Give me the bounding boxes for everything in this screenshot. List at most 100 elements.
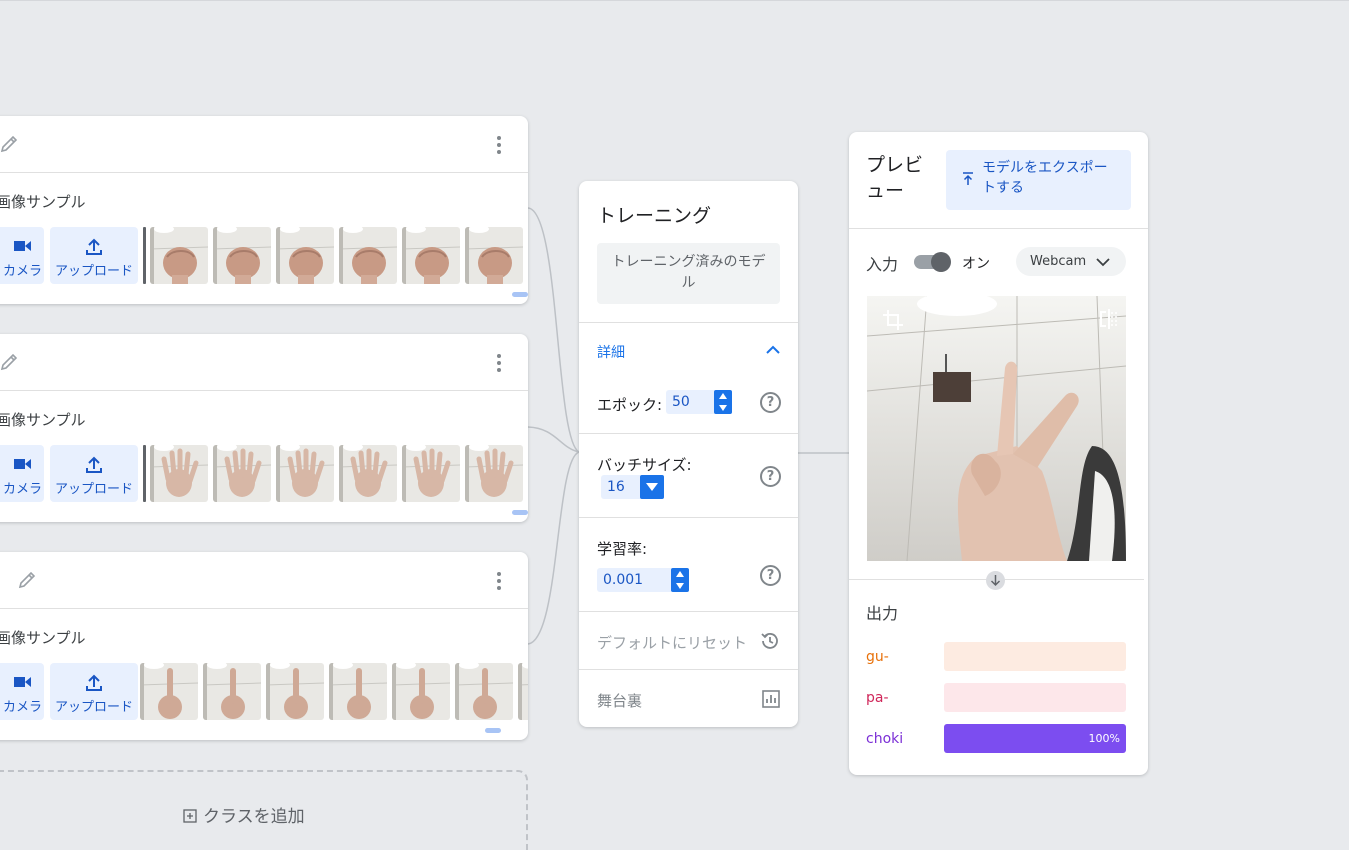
flip-icon[interactable] bbox=[1098, 308, 1120, 330]
webcam-button[interactable]: カメラ bbox=[0, 227, 44, 284]
confidence-bar: 100% bbox=[944, 724, 1126, 753]
training-title: トレーニング bbox=[597, 205, 712, 227]
confidence-bar bbox=[944, 642, 1126, 671]
upload-icon bbox=[86, 456, 102, 473]
reset-defaults-button[interactable]: デフォルトにリセット bbox=[597, 632, 747, 653]
crop-icon[interactable] bbox=[881, 308, 905, 332]
upload-button[interactable]: アップロード bbox=[50, 445, 138, 502]
output-label: 出力 bbox=[866, 604, 899, 623]
webcam-label: カメラ bbox=[2, 482, 42, 497]
pencil-icon[interactable] bbox=[0, 133, 20, 155]
sample-thumbnail[interactable] bbox=[276, 227, 334, 284]
scroll-indicator[interactable] bbox=[485, 728, 501, 733]
class-header bbox=[0, 334, 528, 391]
more-vert-icon[interactable] bbox=[496, 572, 502, 590]
webcam-preview bbox=[867, 296, 1126, 561]
upload-button[interactable]: アップロード bbox=[50, 663, 138, 720]
batch-size-help-icon[interactable]: ? bbox=[760, 466, 781, 487]
more-vert-icon[interactable] bbox=[496, 354, 502, 372]
export-model-button[interactable]: モデルをエクスポートする bbox=[946, 150, 1131, 210]
sample-thumbnail[interactable] bbox=[140, 663, 198, 720]
divider bbox=[579, 517, 798, 518]
divider bbox=[579, 611, 798, 612]
thumbnail-divider bbox=[143, 227, 146, 284]
webcam-label: カメラ bbox=[2, 700, 42, 715]
batch-size-select[interactable]: 16 bbox=[601, 475, 664, 499]
bar-chart-icon[interactable] bbox=[761, 689, 781, 709]
epochs-label: エポック: bbox=[597, 396, 663, 414]
webcam-button[interactable]: カメラ bbox=[0, 663, 44, 720]
sample-thumbnail[interactable] bbox=[402, 227, 460, 284]
chevron-down-icon bbox=[1096, 258, 1110, 267]
add-class-label: クラスを追加 bbox=[203, 807, 305, 827]
webcam-button[interactable]: カメラ bbox=[0, 445, 44, 502]
sample-thumbnail[interactable] bbox=[339, 445, 397, 502]
sample-thumbnail[interactable] bbox=[213, 227, 271, 284]
samples-label: 画像サンプル bbox=[0, 193, 86, 211]
sample-thumbnail[interactable] bbox=[465, 227, 523, 284]
learning-rate-label: 学習率: bbox=[597, 540, 648, 558]
under-the-hood-button[interactable]: 舞台裏 bbox=[597, 690, 642, 711]
divider bbox=[579, 322, 798, 323]
epochs-help-icon[interactable]: ? bbox=[760, 392, 781, 413]
sample-thumbnail[interactable] bbox=[213, 445, 271, 502]
divider bbox=[579, 669, 798, 670]
input-toggle[interactable] bbox=[914, 252, 951, 272]
epochs-value: 50 bbox=[672, 394, 690, 410]
sample-thumbnail[interactable] bbox=[150, 445, 208, 502]
output-class-label: pa- bbox=[866, 690, 889, 706]
batch-size-value: 16 bbox=[607, 479, 625, 495]
upload-icon bbox=[86, 674, 102, 691]
webcam-image bbox=[867, 296, 1126, 561]
output-class-label: gu- bbox=[866, 649, 889, 665]
chevron-up-icon[interactable] bbox=[764, 341, 782, 359]
epochs-input[interactable]: 50 bbox=[666, 390, 732, 414]
sample-thumbnail[interactable] bbox=[329, 663, 387, 720]
sample-thumbnail[interactable] bbox=[150, 227, 208, 284]
sample-thumbnail[interactable] bbox=[465, 445, 523, 502]
source-select[interactable]: Webcam bbox=[1016, 247, 1126, 276]
class-card: 画像サンプル カメラ アップロード bbox=[0, 334, 528, 522]
history-icon[interactable] bbox=[759, 630, 781, 652]
class-card: i 画像サンプルカメラアップロード bbox=[0, 552, 528, 740]
videocam-icon bbox=[14, 241, 31, 251]
training-panel: トレーニング トレーニング済みのモデル 詳細 エポック: 50 ? バッチサイズ… bbox=[579, 181, 798, 727]
train-model-button[interactable]: トレーニング済みのモデル bbox=[597, 243, 780, 304]
sample-thumbnail[interactable] bbox=[392, 663, 450, 720]
batch-size-label: バッチサイズ: bbox=[597, 456, 692, 474]
pencil-icon[interactable] bbox=[0, 351, 20, 373]
chevron-down-icon[interactable] bbox=[640, 475, 664, 499]
add-class-button[interactable]: クラスを追加 bbox=[0, 770, 528, 850]
add-box-icon bbox=[183, 809, 197, 823]
sample-thumbnail[interactable] bbox=[455, 663, 513, 720]
export-model-label: モデルをエクスポートする bbox=[982, 160, 1108, 196]
videocam-icon bbox=[14, 459, 31, 469]
preview-panel: プレビュー モデルをエクスポートする 入力 オン Webcam 出力 gu- p… bbox=[849, 132, 1148, 775]
scroll-indicator[interactable] bbox=[512, 510, 528, 515]
sample-thumbnail[interactable] bbox=[402, 445, 460, 502]
advanced-toggle[interactable]: 詳細 bbox=[597, 342, 625, 362]
learning-rate-spinner[interactable] bbox=[671, 568, 689, 592]
upload-button[interactable]: アップロード bbox=[50, 227, 138, 284]
samples-label: 画像サンプル bbox=[0, 629, 86, 647]
class-header: i bbox=[0, 552, 528, 609]
scroll-indicator[interactable] bbox=[512, 292, 528, 297]
class-header bbox=[0, 116, 528, 173]
sample-thumbnail[interactable] bbox=[266, 663, 324, 720]
input-toggle-label: オン bbox=[962, 256, 990, 272]
pencil-icon[interactable] bbox=[16, 569, 38, 591]
divider bbox=[849, 228, 1148, 229]
confidence-bar bbox=[944, 683, 1126, 712]
videocam-icon bbox=[14, 677, 31, 687]
upload-icon bbox=[86, 238, 102, 255]
output-class-label: choki bbox=[866, 731, 904, 747]
epochs-spinner[interactable] bbox=[714, 390, 732, 414]
more-vert-icon[interactable] bbox=[496, 136, 502, 154]
sample-thumbnail[interactable] bbox=[203, 663, 261, 720]
learning-rate-input[interactable]: 0.001 bbox=[597, 568, 689, 592]
sample-thumbnail[interactable] bbox=[276, 445, 334, 502]
sample-thumbnail[interactable] bbox=[339, 227, 397, 284]
divider bbox=[579, 433, 798, 434]
sample-thumbnail[interactable] bbox=[518, 663, 528, 720]
learning-rate-help-icon[interactable]: ? bbox=[760, 565, 781, 586]
